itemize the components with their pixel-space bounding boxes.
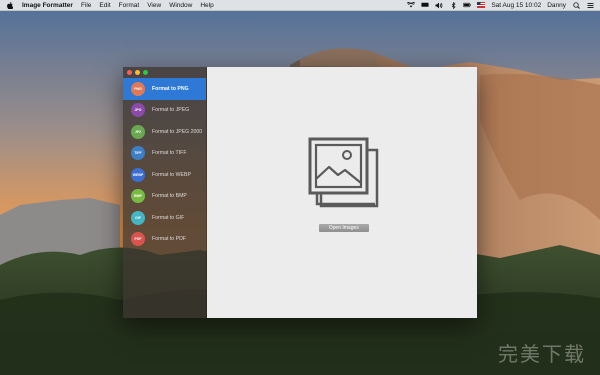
drop-area[interactable]: Open Images [206, 67, 477, 318]
app-window: PNG Format to PNG JPG Format to JPEG JP2 Form… [123, 67, 477, 318]
format-webp-icon: WEBP [131, 167, 145, 182]
image-placeholder-icon [308, 137, 379, 208]
format-item-label: Format to JPEG [152, 107, 190, 114]
display-mirroring-icon[interactable] [421, 1, 429, 9]
close-window-button[interactable] [127, 70, 132, 75]
format-item-label: Format to BMP [152, 193, 187, 200]
menu-clock[interactable]: Sat Aug 15 10:02 [491, 0, 541, 11]
format-item-label: Format to JPEG 2000 [152, 128, 203, 135]
format-item-bmp[interactable]: BMP Format to BMP [123, 186, 206, 208]
format-jp2-icon: JP2 [131, 124, 145, 139]
format-list: PNG Format to PNG JPG Format to JPEG JP2 Form… [123, 78, 206, 250]
wifi-icon[interactable] [407, 1, 416, 9]
format-item-label: Format to PDF [152, 236, 187, 243]
desktop-screen: Image Formatter File Edit Format View Wi… [0, 0, 600, 375]
format-item-webp[interactable]: WEBP Format to WEBP [123, 164, 206, 186]
format-item-label: Format to GIF [152, 214, 185, 221]
bluetooth-icon[interactable] [449, 1, 457, 9]
format-item-label: Format to TIFF [152, 150, 187, 157]
format-item-png[interactable]: PNG Format to PNG [123, 78, 206, 100]
format-item-label: Format to PNG [152, 85, 189, 92]
menu-edit[interactable]: Edit [99, 0, 110, 11]
menu-format[interactable]: Format [119, 0, 140, 11]
menu-view[interactable]: View [147, 0, 161, 11]
format-item-jp2[interactable]: JP2 Format to JPEG 2000 [123, 121, 206, 143]
menu-bar: Image Formatter File Edit Format View Wi… [0, 0, 600, 11]
format-tiff-icon: TIFF [131, 146, 145, 161]
menu-user-name[interactable]: Danny [547, 0, 566, 11]
watermark-text: 完美下载 [498, 342, 586, 366]
volume-icon[interactable] [435, 1, 443, 9]
menu-bar-status-area: Sat Aug 15 10:02 Danny [407, 0, 594, 11]
format-sidebar: PNG Format to PNG JPG Format to JPEG JP2 Form… [123, 67, 207, 318]
window-controls [127, 70, 148, 75]
format-item-tiff[interactable]: TIFF Format to TIFF [123, 143, 206, 165]
menu-window[interactable]: Window [169, 0, 192, 11]
apple-menu-icon[interactable] [6, 1, 14, 9]
format-jpg-icon: JPG [131, 103, 145, 118]
format-item-jpg[interactable]: JPG Format to JPEG [123, 100, 206, 122]
format-bmp-icon: BMP [131, 189, 145, 204]
zoom-window-button[interactable] [143, 70, 148, 75]
menu-app-name[interactable]: Image Formatter [22, 0, 73, 11]
format-item-label: Format to WEBP [152, 171, 191, 178]
battery-icon[interactable] [463, 1, 472, 9]
notification-center-icon[interactable] [586, 1, 594, 9]
open-images-button[interactable]: Open Images [318, 224, 369, 232]
format-item-gif[interactable]: GIF Format to GIF [123, 207, 206, 229]
spotlight-search-icon[interactable] [572, 1, 580, 9]
format-item-pdf[interactable]: PDF Format to PDF [123, 229, 206, 251]
minimize-window-button[interactable] [135, 70, 140, 75]
format-png-icon: PNG [131, 81, 145, 96]
menu-file[interactable]: File [81, 0, 91, 11]
menu-help[interactable]: Help [200, 0, 213, 11]
flag-icon[interactable] [477, 1, 486, 9]
format-gif-icon: GIF [131, 210, 145, 225]
format-pdf-icon: PDF [131, 232, 145, 247]
